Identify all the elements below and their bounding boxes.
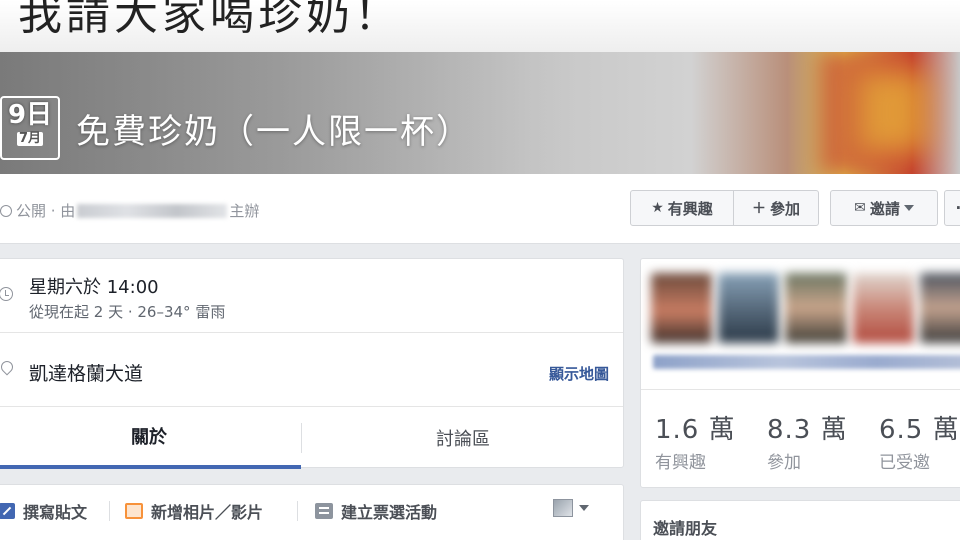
chevron-down-icon	[903, 205, 914, 211]
stat-value: 1.6 萬	[655, 415, 736, 445]
globe-icon	[0, 204, 12, 217]
interested-button[interactable]: ★ 有興趣	[630, 190, 734, 226]
headline-text: 我請大家喝珍奶！	[18, 0, 402, 40]
event-location: 凱達格蘭大道	[29, 363, 144, 385]
join-label: 參加	[769, 199, 800, 218]
pencil-icon	[0, 503, 15, 519]
write-post-label: 撰寫貼文	[23, 503, 88, 522]
create-poll-label: 建立票選活動	[341, 503, 438, 522]
envelope-icon: ✉	[854, 200, 866, 216]
event-time-weather: 從現在起 2 天 · 26–34° 雷雨	[29, 303, 226, 321]
clock-icon	[0, 287, 13, 301]
composer-separator	[297, 501, 298, 521]
event-location-row: 凱達格蘭大道 顯示地圖	[0, 333, 623, 407]
chevron-down-icon	[579, 505, 589, 511]
avatar[interactable]	[718, 273, 780, 343]
plus-icon: ＋	[751, 201, 766, 217]
host-suffix: 主辦	[229, 202, 260, 220]
avatar[interactable]	[785, 273, 847, 343]
tab-discussion[interactable]: 討論區	[302, 407, 624, 469]
event-meta-bar: 公開 · 由 主辦 ★ 有興趣 ＋ 參加 ✉ 邀請 ···	[0, 174, 960, 244]
show-map-link[interactable]: 顯示地圖	[549, 363, 609, 384]
stat-label: 參加	[767, 453, 801, 473]
event-details-card: 星期六於 14:00 從現在起 2 天 · 26–34° 雷雨 凱達格蘭大道 顯…	[0, 258, 624, 469]
join-button[interactable]: ＋ 參加	[733, 190, 819, 226]
avatar[interactable]	[919, 273, 960, 343]
privacy-label: 公開 · 由	[16, 202, 76, 220]
more-options-button[interactable]: ···	[944, 190, 960, 226]
stat-label: 已受邀	[879, 453, 930, 473]
stat-going[interactable]: 8.3 萬 參加	[767, 409, 848, 473]
event-tabs: 關於 討論區	[0, 407, 623, 469]
event-privacy-host: 公開 · 由 主辦	[0, 200, 259, 221]
map-pin-icon	[0, 358, 16, 376]
date-month: 7月	[17, 131, 43, 146]
stat-interested[interactable]: 1.6 萬 有興趣	[655, 409, 736, 473]
invite-label: 邀請	[869, 199, 900, 218]
add-photo-video-button[interactable]: 新增相片／影片	[125, 499, 263, 523]
post-composer: 撰寫貼文 新增相片／影片 建立票選活動	[0, 484, 624, 540]
cover-decoration	[860, 72, 930, 152]
poll-icon	[315, 503, 333, 519]
event-title: 免費珍奶（一人限一杯）	[76, 112, 472, 152]
interested-label: 有興趣	[667, 199, 713, 218]
stat-value: 6.5 萬	[879, 415, 960, 445]
headline-strip: 我請大家喝珍奶！	[0, 0, 960, 52]
avatar[interactable]	[651, 273, 713, 343]
stat-invited[interactable]: 6.5 萬 已受邀	[879, 409, 960, 473]
event-date-badge: 9日 7月	[0, 96, 60, 160]
host-name-redacted[interactable]	[77, 203, 228, 218]
friend-avatars	[651, 273, 960, 343]
event-time-row: 星期六於 14:00 從現在起 2 天 · 26–34° 雷雨	[0, 259, 623, 333]
guest-summary-card: 1.6 萬 有興趣 8.3 萬 參加 6.5 萬 已受邀	[640, 258, 960, 488]
composer-options-dropdown[interactable]	[553, 499, 589, 517]
media-icon	[553, 499, 573, 517]
card-divider	[641, 389, 960, 390]
write-post-button[interactable]: 撰寫貼文	[0, 499, 87, 523]
stat-label: 有興趣	[655, 453, 706, 473]
tab-about[interactable]: 關於	[0, 407, 301, 469]
star-icon: ★	[651, 200, 664, 216]
more-label: ···	[955, 199, 960, 217]
avatar[interactable]	[852, 273, 914, 343]
photo-icon	[125, 503, 143, 519]
invite-button[interactable]: ✉ 邀請	[830, 190, 938, 226]
stat-value: 8.3 萬	[767, 415, 848, 445]
friends-going-text-redacted[interactable]	[653, 355, 960, 369]
add-photo-label: 新增相片／影片	[151, 503, 264, 522]
create-poll-button[interactable]: 建立票選活動	[315, 499, 437, 523]
composer-separator	[109, 501, 110, 521]
date-day: 9日	[7, 100, 53, 130]
event-time: 星期六於 14:00	[29, 277, 159, 298]
invite-friends-card: 邀請朋友	[640, 500, 960, 540]
invite-friends-title: 邀請朋友	[653, 519, 718, 538]
